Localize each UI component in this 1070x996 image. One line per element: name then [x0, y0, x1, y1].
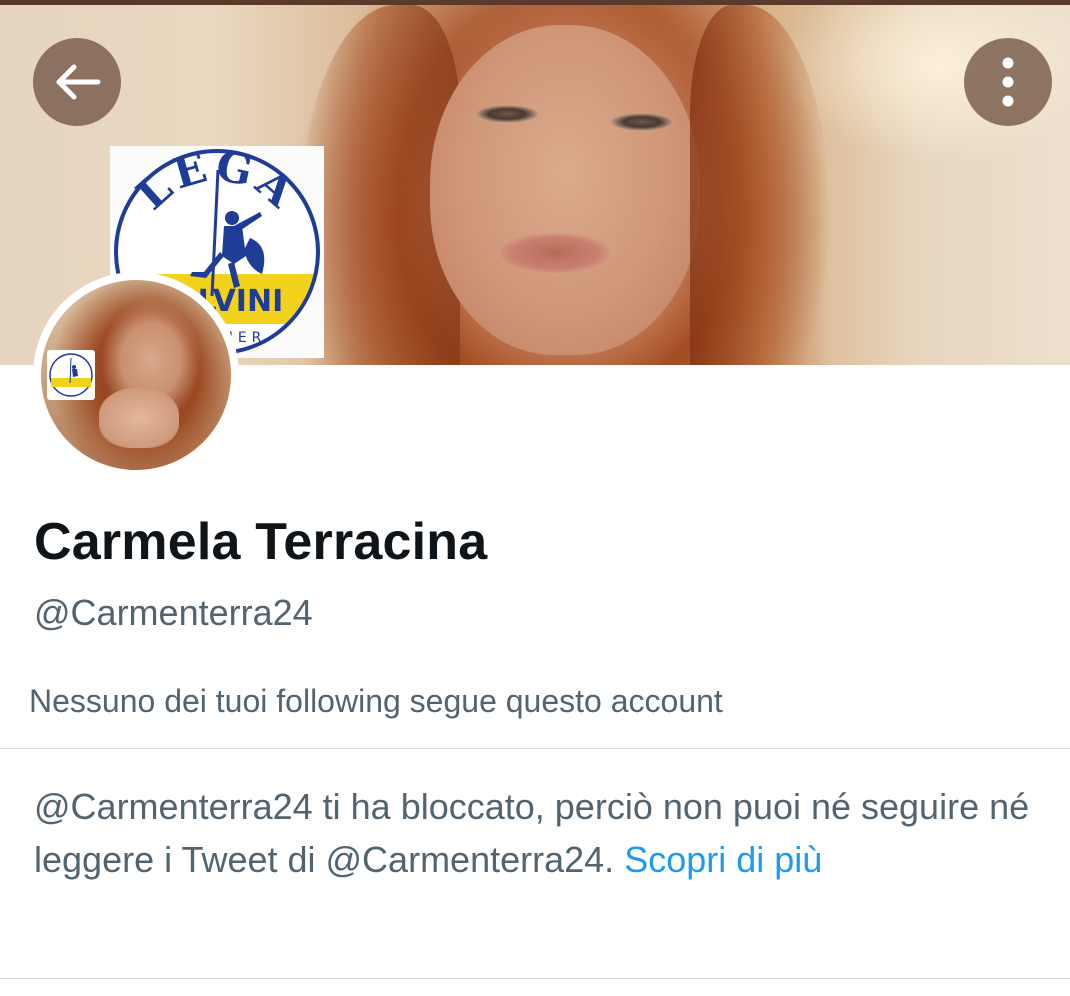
avatar[interactable]	[33, 272, 239, 478]
more-vertical-icon	[1002, 57, 1014, 107]
banner-face	[430, 25, 700, 355]
display-name: Carmela Terracina	[34, 513, 488, 571]
profile-handle: @Carmenterra24	[34, 592, 313, 633]
profile-page: LEGA SALVINI PREMIER	[0, 0, 1070, 996]
arrow-left-icon	[56, 64, 101, 100]
divider	[0, 748, 1070, 749]
divider	[0, 978, 1070, 979]
more-options-button[interactable]	[964, 38, 1052, 126]
blocked-message-text: @Carmenterra24 ti ha bloccato, perciò no…	[34, 786, 1030, 880]
avatar-lega-badge	[47, 350, 95, 400]
blocked-notice: @Carmenterra24 ti ha bloccato, perciò no…	[34, 780, 1034, 886]
followers-you-know-note: Nessuno dei tuoi following segue questo …	[29, 683, 723, 719]
learn-more-link[interactable]: Scopri di più	[624, 839, 822, 880]
avatar-image	[41, 280, 231, 470]
back-button[interactable]	[33, 38, 121, 126]
